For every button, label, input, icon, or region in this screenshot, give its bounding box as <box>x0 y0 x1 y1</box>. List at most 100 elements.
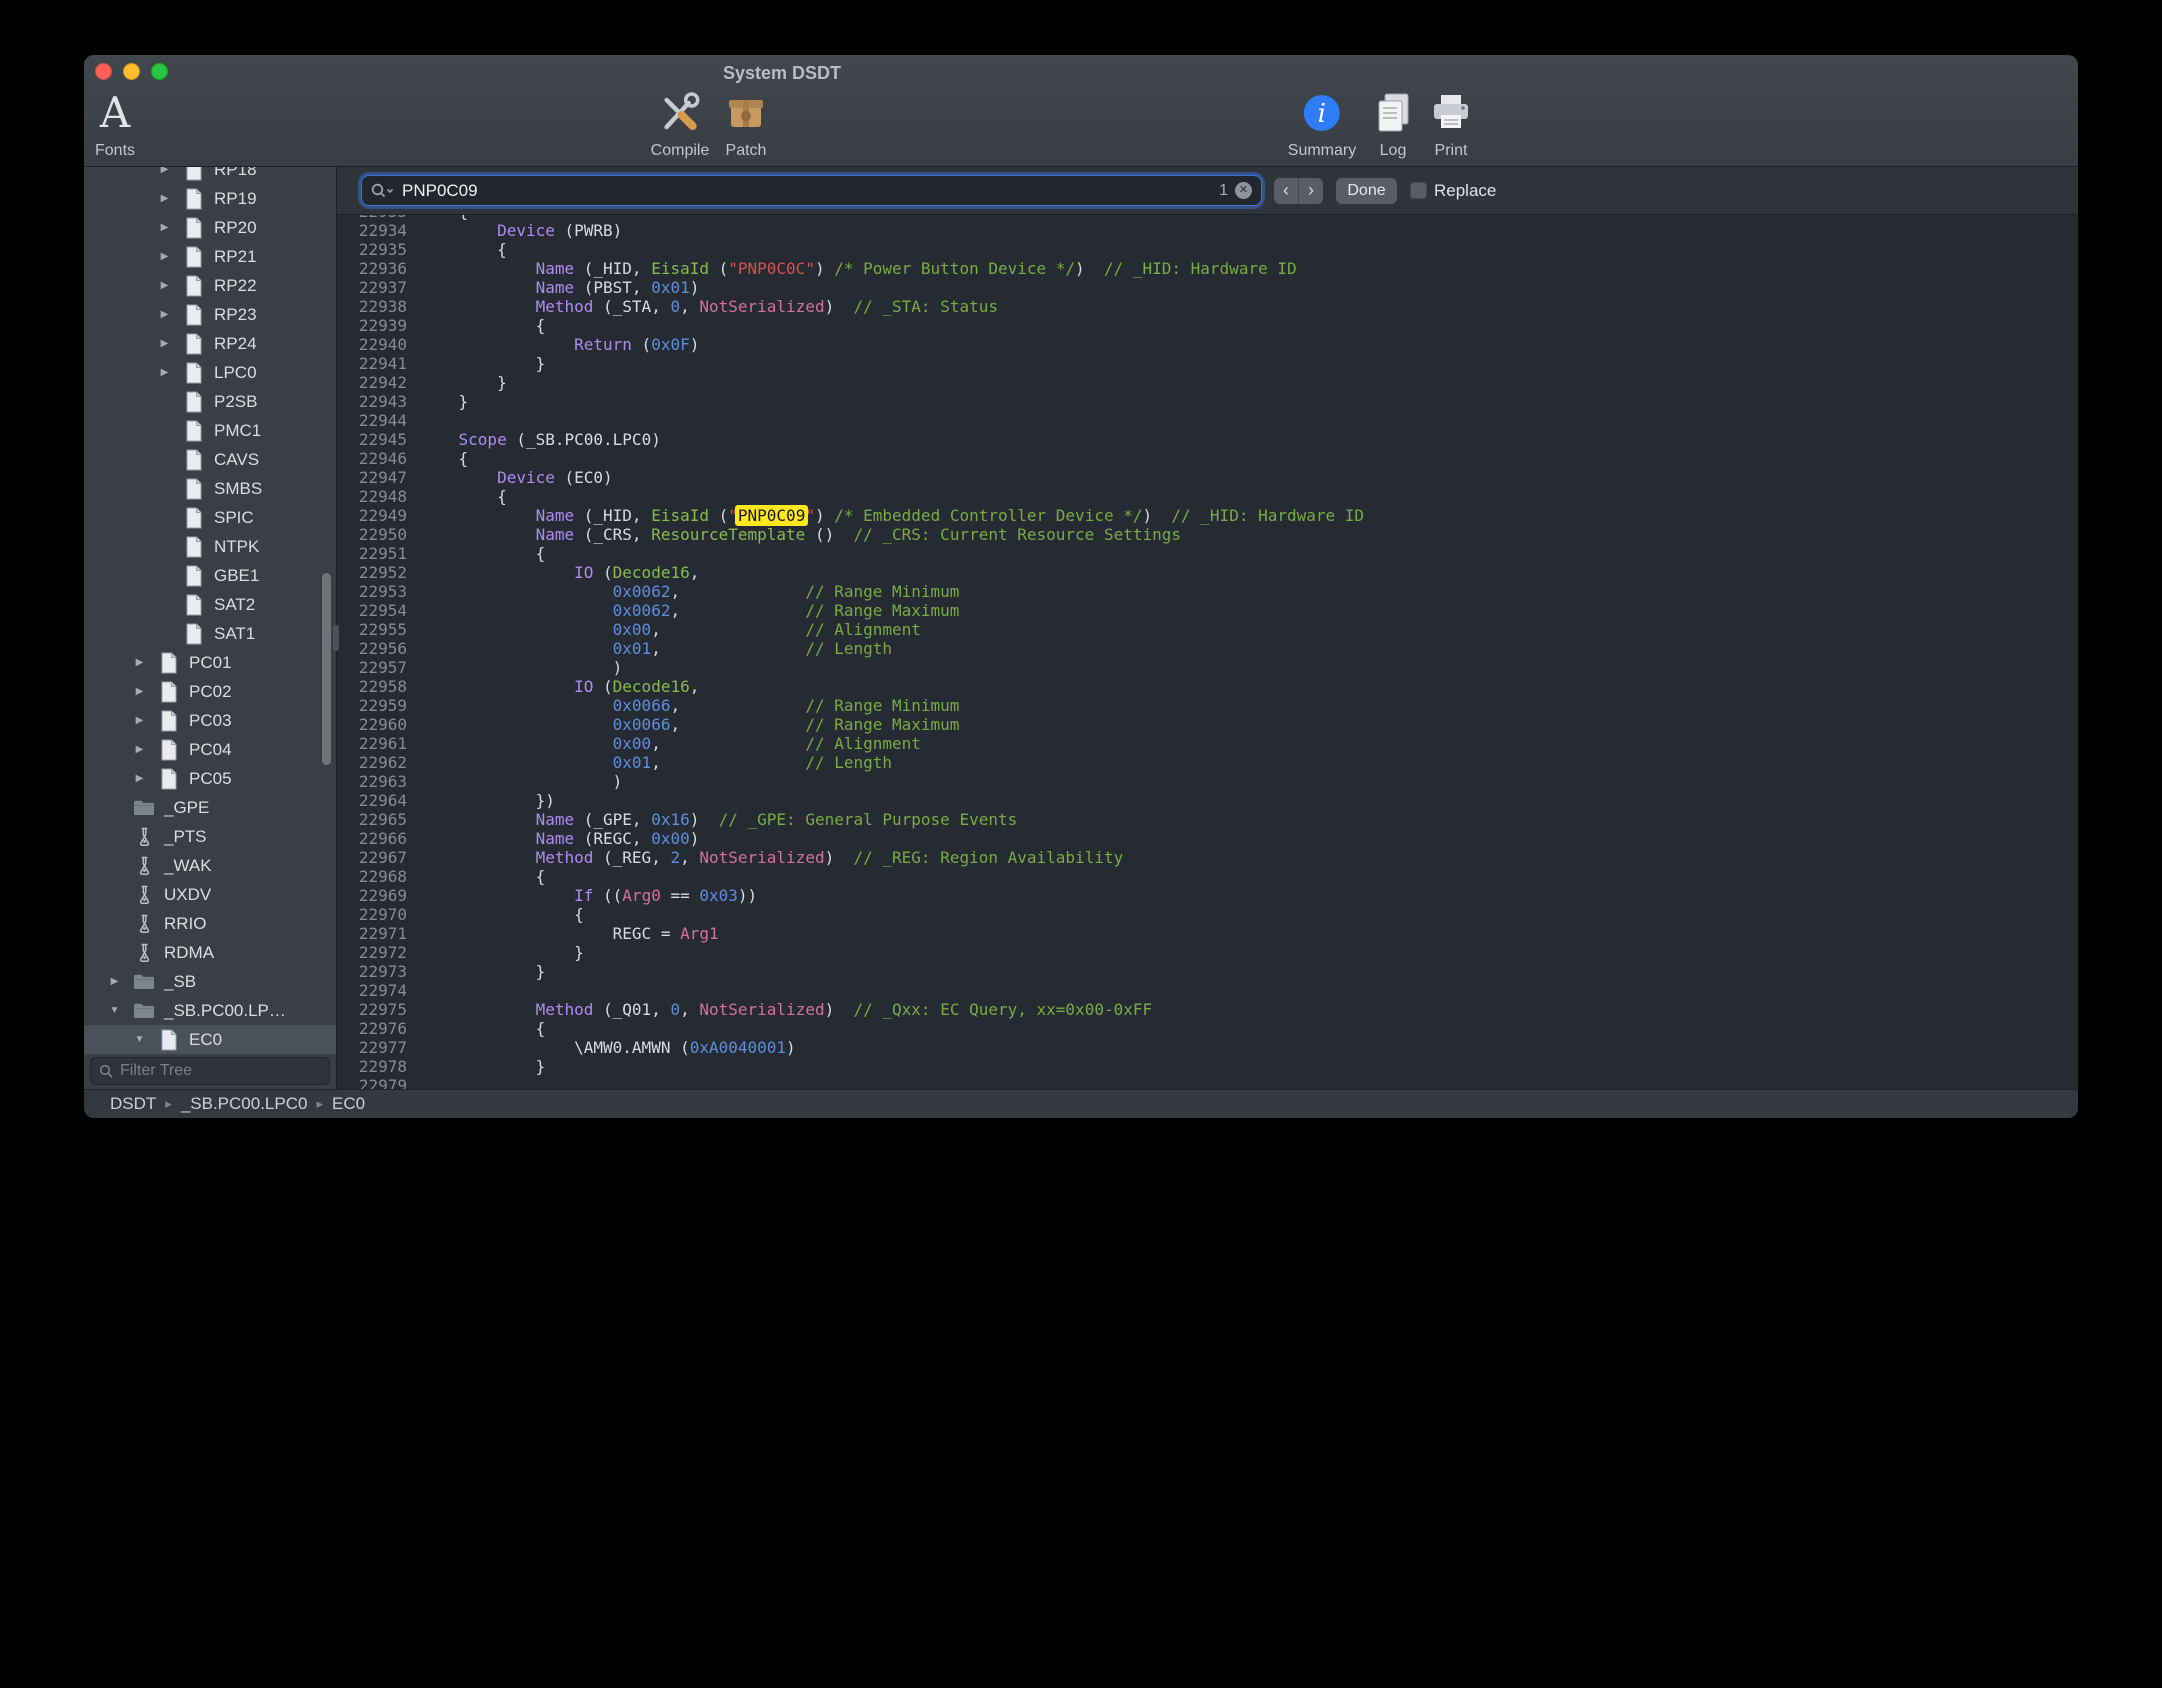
tree-item--pts[interactable]: _PTS <box>84 822 336 851</box>
tree-item--gpe[interactable]: _GPE <box>84 793 336 822</box>
doc-icon <box>182 167 206 181</box>
tree-item-label: RP20 <box>214 218 257 238</box>
tree-item--wak[interactable]: _WAK <box>84 851 336 880</box>
tree-item-p2sb[interactable]: P2SB <box>84 387 336 416</box>
line-number: 22957 <box>337 658 420 677</box>
disclosure-collapsed-icon[interactable]: ▶ <box>131 686 148 697</box>
sidebar-tree[interactable]: ▶RP18▶RP19▶RP20▶RP21▶RP22▶RP23▶RP24▶LPC0… <box>84 167 336 1057</box>
code-line-text: Return (0x0F) <box>420 335 699 354</box>
toolbar-fonts-label: Fonts <box>95 142 135 160</box>
code-line: 22957 ) <box>337 658 2078 677</box>
tree-item-pc03[interactable]: ▶PC03 <box>84 706 336 735</box>
tree-item-ntpk[interactable]: NTPK <box>84 532 336 561</box>
minimize-button[interactable] <box>123 63 140 80</box>
code-line: 22942 } <box>337 373 2078 392</box>
done-button[interactable]: Done <box>1336 178 1397 204</box>
search-match-highlight: PNP0C09 <box>735 505 808 526</box>
toolbar-print-button[interactable]: Print <box>1428 88 1474 160</box>
disclosure-collapsed-icon[interactable]: ▶ <box>156 309 173 320</box>
tree-item-rrio[interactable]: RRIO <box>84 909 336 938</box>
code-line: 22937 Name (PBST, 0x01) <box>337 278 2078 297</box>
compile-icon <box>656 88 704 138</box>
doc-icon <box>157 681 181 703</box>
disclosure-expanded-icon[interactable]: ▼ <box>106 1005 123 1016</box>
disclosure-collapsed-icon[interactable]: ▶ <box>156 280 173 291</box>
toolbar-patch-button[interactable]: Patch <box>725 88 767 160</box>
disclosure-collapsed-icon[interactable]: ▶ <box>156 338 173 349</box>
disclosure-collapsed-icon[interactable]: ▶ <box>156 251 173 262</box>
find-next-button[interactable]: › <box>1299 178 1323 204</box>
tree-item-rp18[interactable]: ▶RP18 <box>84 167 336 184</box>
breadcrumb-item[interactable]: _SB.PC00.LPC0 <box>181 1094 308 1114</box>
tree-item-pmc1[interactable]: PMC1 <box>84 416 336 445</box>
tree-item-pc04[interactable]: ▶PC04 <box>84 735 336 764</box>
line-number: 22941 <box>337 354 420 373</box>
toolbar-log-button[interactable]: Log <box>1371 88 1415 160</box>
tree-item-rp21[interactable]: ▶RP21 <box>84 242 336 271</box>
find-previous-button[interactable]: ‹ <box>1274 178 1299 204</box>
disclosure-collapsed-icon[interactable]: ▶ <box>156 367 173 378</box>
tree-item-label: PC05 <box>189 769 232 789</box>
sidebar-scrollbar[interactable] <box>322 573 331 765</box>
tree-item-rp22[interactable]: ▶RP22 <box>84 271 336 300</box>
code-editor[interactable]: 22933 {22934 Device (PWRB)22935 {22936 N… <box>337 215 2078 1090</box>
disclosure-collapsed-icon[interactable]: ▶ <box>131 744 148 755</box>
code-line-text: ) <box>420 772 622 791</box>
tree-item-pc02[interactable]: ▶PC02 <box>84 677 336 706</box>
pane-splitter-handle[interactable] <box>333 625 339 651</box>
code-line-text: } <box>420 373 507 392</box>
tree-item-rp23[interactable]: ▶RP23 <box>84 300 336 329</box>
tree-item-rdma[interactable]: RDMA <box>84 938 336 967</box>
code-line-text: Name (_HID, EisaId ("PNP0C09") /* Embedd… <box>420 506 1364 525</box>
tree-item-spic[interactable]: SPIC <box>84 503 336 532</box>
toolbar-summary-label: Summary <box>1288 142 1356 160</box>
breadcrumb-item[interactable]: EC0 <box>332 1094 365 1114</box>
search-field[interactable]: PNP0C09 1 ✕ <box>362 176 1261 205</box>
replace-checkbox[interactable] <box>1410 182 1427 199</box>
tree-item-rp19[interactable]: ▶RP19 <box>84 184 336 213</box>
line-number: 22971 <box>337 924 420 943</box>
clear-search-icon[interactable]: ✕ <box>1235 182 1252 199</box>
toolbar-summary-button[interactable]: i Summary <box>1288 88 1356 160</box>
code-line: 22967 Method (_REG, 2, NotSerialized) //… <box>337 848 2078 867</box>
disclosure-expanded-icon[interactable]: ▼ <box>131 1034 148 1045</box>
tree-item-label: SPIC <box>214 508 254 528</box>
tree-item-smbs[interactable]: SMBS <box>84 474 336 503</box>
tree-item-rp20[interactable]: ▶ RP20 <box>84 213 336 242</box>
disclosure-collapsed-icon[interactable]: ▶ <box>156 193 173 204</box>
tree-item--sb-pc00-lp-[interactable]: ▼_SB.PC00.LP… <box>84 996 336 1025</box>
toolbar-fonts-button[interactable]: A Fonts <box>95 88 135 160</box>
breadcrumb-item[interactable]: DSDT <box>110 1094 156 1114</box>
code-line: 22939 { <box>337 316 2078 335</box>
filter-search-icon <box>99 1064 114 1079</box>
find-nav-control: ‹ › <box>1274 178 1323 204</box>
disclosure-collapsed-icon[interactable]: ▶ <box>131 773 148 784</box>
tree-item-ec0[interactable]: ▼EC0 <box>84 1025 336 1054</box>
zoom-button[interactable] <box>151 63 168 80</box>
tree-item-label: SAT2 <box>214 595 255 615</box>
close-button[interactable] <box>95 63 112 80</box>
search-input[interactable]: PNP0C09 <box>402 181 1212 201</box>
disclosure-collapsed-icon[interactable]: ▶ <box>156 167 173 175</box>
tree-item-rp24[interactable]: ▶RP24 <box>84 329 336 358</box>
disclosure-collapsed-icon[interactable]: ▶ <box>131 715 148 726</box>
tree-item--sb[interactable]: ▶_SB <box>84 967 336 996</box>
tree-item-sat1[interactable]: SAT1 <box>84 619 336 648</box>
tree-item-label: SAT1 <box>214 624 255 644</box>
tree-item-pc05[interactable]: ▶ PC05 <box>84 764 336 793</box>
filter-tree-field[interactable]: Filter Tree <box>90 1057 330 1085</box>
disclosure-collapsed-icon[interactable]: ▶ <box>131 657 148 668</box>
code-line: 22949 Name (_HID, EisaId ("PNP0C09") /* … <box>337 506 2078 525</box>
tree-item-gbe1[interactable]: GBE1 <box>84 561 336 590</box>
code-line-text: 0x01, // Length <box>420 753 892 772</box>
tree-item-lpc0[interactable]: ▶LPC0 <box>84 358 336 387</box>
tree-item-pc01[interactable]: ▶PC01 <box>84 648 336 677</box>
tree-item-uxdv[interactable]: UXDV <box>84 880 336 909</box>
disclosure-collapsed-icon[interactable]: ▶ <box>156 222 173 233</box>
code-line: 22978 } <box>337 1057 2078 1076</box>
search-magnifier-icon[interactable] <box>371 183 395 199</box>
disclosure-collapsed-icon[interactable]: ▶ <box>106 976 123 987</box>
toolbar-compile-button[interactable]: Compile <box>651 88 710 160</box>
tree-item-cavs[interactable]: CAVS <box>84 445 336 474</box>
tree-item-sat2[interactable]: SAT2 <box>84 590 336 619</box>
